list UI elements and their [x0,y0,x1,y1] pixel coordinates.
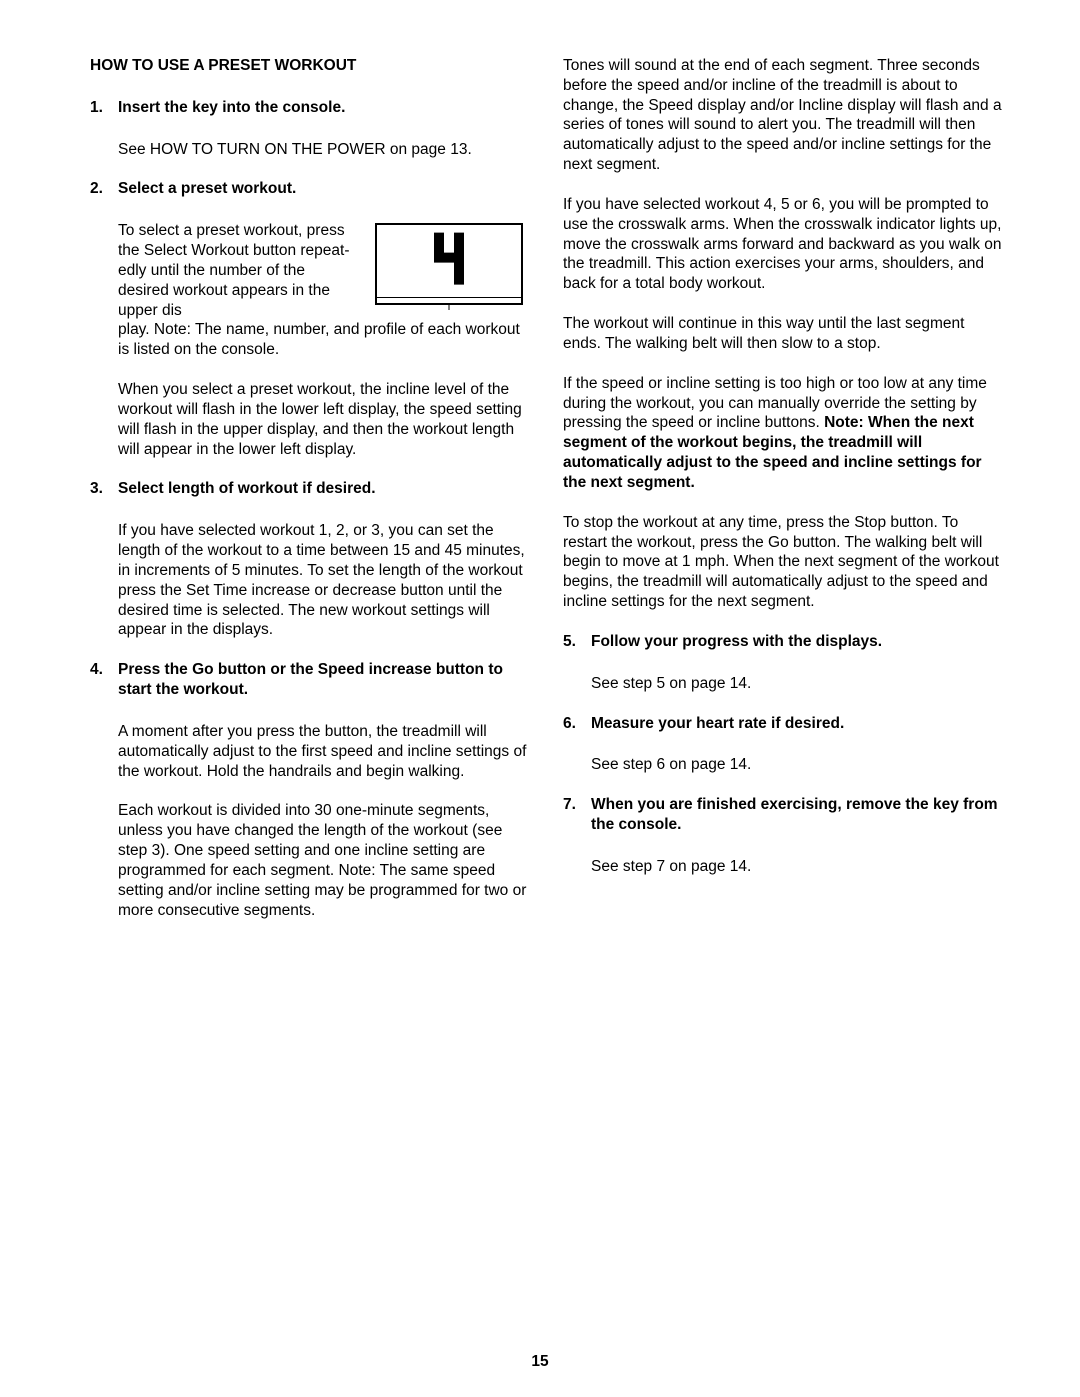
body-paragraph: A moment after you press the button, the… [118,722,529,781]
step-heading: When you are finished exercising, remove… [591,796,998,833]
step-body: A moment after you press the button, the… [118,722,529,920]
section-title: HOW TO USE A PRESET WORKOUT [90,56,529,76]
body-paragraph-mixed: If the speed or incline setting is too h… [563,374,1002,493]
step-number: 3. [90,479,103,499]
body-paragraph: To stop the workout at any time, press t… [563,513,1002,612]
step-body: See step 7 on page 14. [591,857,1002,877]
body-paragraph: The workout will continue in this way un… [563,314,1002,354]
step-1: 1. Insert the key into the console. See … [90,98,529,160]
step-6: 6. Measure your heart rate if desired. S… [563,714,1002,776]
step-number: 5. [563,632,576,652]
wrap-tail-text: play. Note: The name, number, and profil… [118,320,529,360]
step-number: 4. [90,660,103,680]
body-paragraph: See step 6 on page 14. [591,755,1002,775]
body-paragraph: See step 7 on page 14. [591,857,1002,877]
step-heading: Insert the key into the console. [118,99,345,116]
step-heading: Press the Go button or the Speed increas… [118,661,503,698]
right-column: Tones will sound at the end of each segm… [563,56,1002,940]
step-5: 5. Follow your progress with the display… [563,632,1002,694]
body-paragraph: See HOW TO TURN ON THE POWER on page 13. [118,140,529,160]
step-body: See step 5 on page 14. [591,674,1002,694]
step-number: 2. [90,179,103,199]
step-heading: Follow your progress with the displays. [591,633,882,650]
step-2: 2. Select a preset workout. [90,179,529,459]
lcd-display-illustration [375,223,523,305]
step-number: 7. [563,795,576,815]
step-body: See step 6 on page 14. [591,755,1002,775]
step-number: 1. [90,98,103,118]
lcd-tick-mark [449,304,450,310]
body-paragraph: See step 5 on page 14. [591,674,1002,694]
step-body: See HOW TO TURN ON THE POWER on page 13. [118,140,529,160]
wrap-lead-text: To select a preset work­out, press the S… [118,222,350,318]
step-heading: Select a preset workout. [118,180,296,197]
step-7: 7. When you are finished exercising, rem… [563,795,1002,876]
step-number: 6. [563,714,576,734]
body-paragraph: If you have selected workout 4, 5 or 6, … [563,195,1002,294]
page-number: 15 [0,1353,1080,1371]
left-column: HOW TO USE A PRESET WORKOUT 1. Insert th… [90,56,529,940]
body-paragraph: If you have selected workout 1, 2, or 3,… [118,521,529,640]
two-column-layout: HOW TO USE A PRESET WORKOUT 1. Insert th… [90,56,1002,940]
step-heading: Measure your heart rate if desired. [591,715,844,732]
lcd-baseline [377,297,521,298]
manual-page: HOW TO USE A PRESET WORKOUT 1. Insert th… [0,0,1080,1397]
step-body: If you have selected workout 1, 2, or 3,… [118,521,529,640]
lcd-digit-icon [428,231,470,293]
body-paragraph: Tones will sound at the end of each segm… [563,56,1002,175]
continuation-body: Tones will sound at the end of each segm… [563,56,1002,612]
text-wrap-area: To select a preset work­out, press the S… [118,221,529,320]
body-paragraph: Each workout is divided into 30 one-minu… [118,801,529,920]
body-paragraph: When you select a preset workout, the in… [118,380,529,459]
step-4: 4. Press the Go button or the Speed incr… [90,660,529,920]
step-3: 3. Select length of workout if desired. … [90,479,529,640]
step-heading: Select length of workout if desired. [118,480,376,497]
step-body: To select a preset work­out, press the S… [118,221,529,459]
